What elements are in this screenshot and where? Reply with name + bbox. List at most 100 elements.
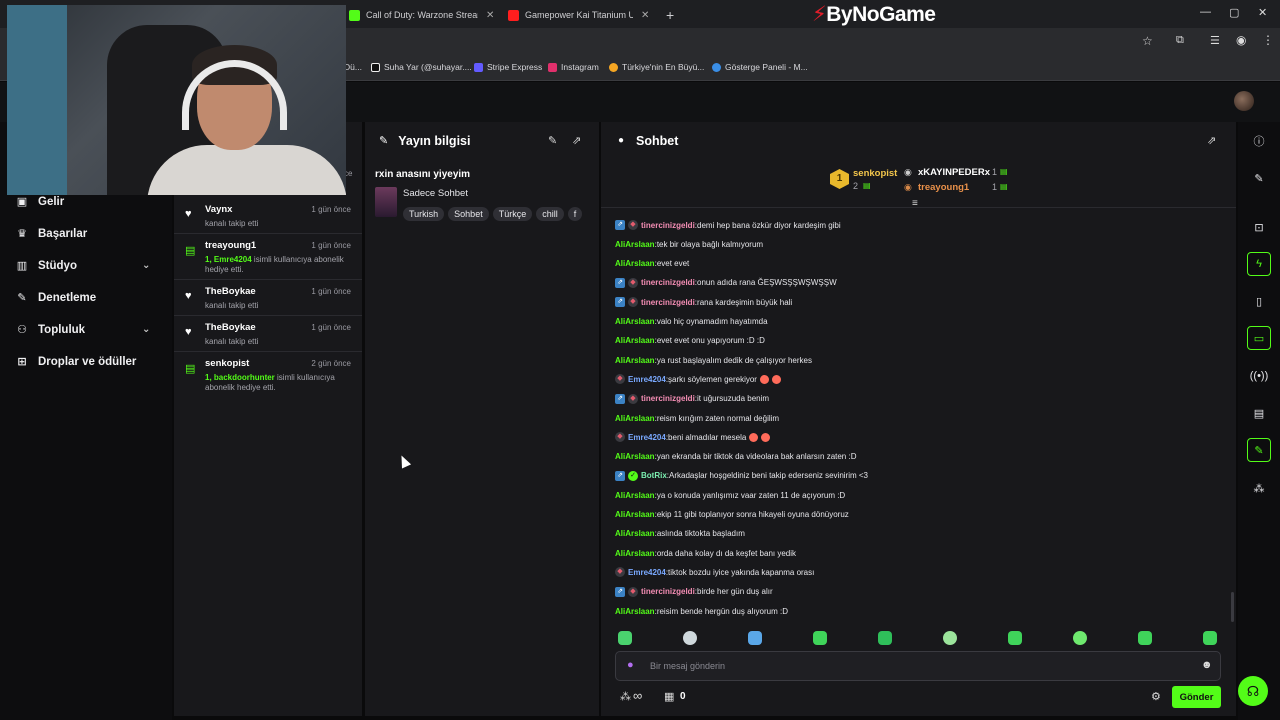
menu-icon[interactable]: ⋮	[1262, 33, 1274, 47]
microphone-icon[interactable]: ●	[627, 659, 634, 671]
youtube-favicon-icon	[508, 9, 519, 21]
profile-icon[interactable]: ◉	[1236, 33, 1246, 47]
emote-icon[interactable]	[878, 631, 892, 645]
tag-chip[interactable]: Türkçe	[492, 207, 533, 221]
info-icon[interactable]: ⓘ	[1250, 132, 1268, 150]
chat-username[interactable]: AliArslaan	[615, 529, 655, 538]
bookmark-item[interactable]: Suha Yar (@suhayar....	[371, 62, 472, 72]
chat-username[interactable]: AliArslaan	[615, 356, 655, 365]
browser-tab[interactable]: Call of Duty: Warzone Streamin ✕	[349, 4, 499, 26]
tag-chip[interactable]: f	[567, 207, 583, 221]
chat-username[interactable]: AliArslaan	[615, 259, 655, 268]
right-tool-rail: ⓘ ✎ ⊡ ϟ ▯ ▭ ((•)) ▤ ✎ ⁂ ☊	[1238, 122, 1280, 720]
emoji-picker-icon[interactable]: ☻	[1201, 659, 1213, 671]
sidebar-item-gelir[interactable]: ▣ Gelir	[16, 195, 64, 209]
close-tab-icon[interactable]: ✕	[486, 10, 494, 21]
quick-actions-icon[interactable]: ϟ	[1247, 252, 1271, 276]
chat-username[interactable]: tinercinizgeldi	[641, 394, 695, 403]
chat-username[interactable]: AliArslaan	[615, 452, 655, 461]
edit-icon[interactable]: ✎	[548, 134, 557, 147]
storage-icon[interactable]: ▤	[1250, 404, 1268, 422]
notes-icon[interactable]: ▯	[1250, 292, 1268, 310]
minimize-icon[interactable]: —	[1200, 6, 1211, 18]
emote-icon[interactable]	[683, 631, 697, 645]
emote-icon[interactable]	[1008, 631, 1022, 645]
tag-chip[interactable]: chill	[536, 207, 564, 221]
emote-icon[interactable]	[1203, 631, 1217, 645]
chat-username[interactable]: tinercinizgeldi	[641, 298, 695, 307]
star-icon[interactable]: ☆	[1142, 34, 1153, 48]
browser-tab[interactable]: Gamepower Kai Titanium Ultra ✕	[508, 4, 658, 26]
chat-username[interactable]: AliArslaan	[615, 240, 655, 249]
bookmark-item[interactable]: Dü...	[344, 62, 362, 72]
emote-icon[interactable]	[1073, 631, 1087, 645]
chat-username[interactable]: AliArslaan	[615, 317, 655, 326]
chat-username[interactable]: BotRix	[641, 471, 667, 480]
chat-username[interactable]: Emre4204	[628, 375, 666, 384]
settings-gear-icon[interactable]: ⚙	[1151, 690, 1161, 703]
chat-icon[interactable]: ▭	[1247, 326, 1271, 350]
chat-message: ◆ Emre4204: beni almadılar mesela	[615, 431, 771, 443]
subscriber-badge-icon: ⇗	[615, 277, 625, 288]
points-icon[interactable]: ⁂	[620, 690, 631, 703]
sidebar-item-denetleme[interactable]: ✎ Denetleme	[16, 291, 96, 305]
sidebar-item-topluluk[interactable]: ⚇ Topluluk ⌄	[16, 323, 150, 337]
chat-username[interactable]: Emre4204	[628, 568, 666, 577]
chat-message: AliArslaan: yan ekranda bir tiktok da vi…	[615, 452, 857, 462]
chat-username[interactable]: tinercinizgeldi	[641, 278, 695, 287]
chat-message: ⇗ ✓ BotRix: Arkadaşlar hoşgeldiniz beni ta…	[615, 470, 868, 482]
tag-chip[interactable]: Turkish	[403, 207, 445, 221]
chat-username[interactable]: AliArslaan	[615, 414, 655, 423]
emote-icon[interactable]	[1138, 631, 1152, 645]
chat-message-text: it uğursuzuda benim	[697, 394, 770, 404]
edit-icon[interactable]: ✎	[1250, 169, 1268, 187]
extensions-icon[interactable]: ⧉	[1176, 34, 1184, 47]
chat-username[interactable]: tinercinizgeldi	[641, 221, 695, 230]
community-icon[interactable]: ⁂	[1250, 479, 1268, 497]
chat-username[interactable]: AliArslaan	[615, 491, 655, 500]
leaderboard-top-user[interactable]: senkopist	[853, 168, 897, 179]
chat-username[interactable]: AliArslaan	[615, 549, 655, 558]
popout-icon[interactable]: ⇗	[1207, 134, 1216, 147]
emote-icon[interactable]	[748, 631, 762, 645]
subscriber-badge-icon: ⇗	[615, 470, 625, 481]
chat-scrollbar[interactable]	[1231, 592, 1234, 622]
chat-message-text: evet evet onu yapıyorum :D :D	[656, 336, 765, 346]
media-icon[interactable]: ☰	[1210, 34, 1220, 47]
emote-icon[interactable]	[618, 631, 632, 645]
emote-icon[interactable]	[813, 631, 827, 645]
new-tab-button[interactable]: +	[666, 4, 674, 26]
chat-username[interactable]: AliArslaan	[615, 336, 655, 345]
bookmark-item[interactable]: Gösterge Paneli - M...	[712, 62, 808, 72]
chat-username[interactable]: Emre4204	[628, 433, 666, 442]
sidebar-item-basarilar[interactable]: ♛ Başarılar	[16, 227, 87, 241]
gift-box-icon[interactable]: ▦	[664, 690, 674, 703]
bookmark-item[interactable]: Instagram	[548, 62, 599, 72]
close-window-icon[interactable]: ✕	[1258, 6, 1267, 19]
support-headset-icon[interactable]: ☊	[1238, 676, 1268, 706]
chat-username[interactable]: AliArslaan	[615, 607, 655, 616]
close-tab-icon[interactable]: ✕	[641, 10, 649, 21]
leaderboard-user[interactable]: xKAYINPEDERx	[918, 167, 990, 178]
wrench-icon[interactable]: ✎	[1247, 438, 1271, 462]
chat-username[interactable]: tinercinizgeldi	[641, 587, 695, 596]
send-button[interactable]: Gönder	[1172, 686, 1221, 708]
screen-capture-icon[interactable]: ⊡	[1250, 218, 1268, 236]
popout-icon[interactable]: ⇗	[572, 134, 581, 147]
bookmark-item[interactable]: Stripe Express	[474, 62, 542, 72]
emote-icon[interactable]	[943, 631, 957, 645]
user-avatar[interactable]	[1234, 91, 1254, 111]
leaderboard-user[interactable]: treayoung1	[918, 182, 969, 193]
sidebar-item-studyo[interactable]: ▥ Stüdyo ⌄	[16, 259, 151, 273]
maximize-icon[interactable]: ▢	[1229, 6, 1239, 19]
bookmark-item[interactable]: Türkiye'nin En Büyü...	[609, 62, 704, 72]
chat-message-text: evet evet	[656, 259, 690, 269]
chat-username[interactable]: AliArslaan	[615, 510, 655, 519]
broadcast-icon[interactable]: ((•))	[1250, 367, 1269, 385]
sidebar-item-droplar[interactable]: ⊞ Droplar ve ödüller	[16, 355, 136, 369]
tag-chip[interactable]: Sohbet	[448, 207, 489, 221]
instagram-icon	[548, 62, 557, 72]
chat-input[interactable]: ● Bir mesaj gönderin ☻	[615, 651, 1221, 681]
panel-header: ● Sohbet	[618, 122, 678, 159]
gift-icon: ▤	[185, 363, 196, 375]
